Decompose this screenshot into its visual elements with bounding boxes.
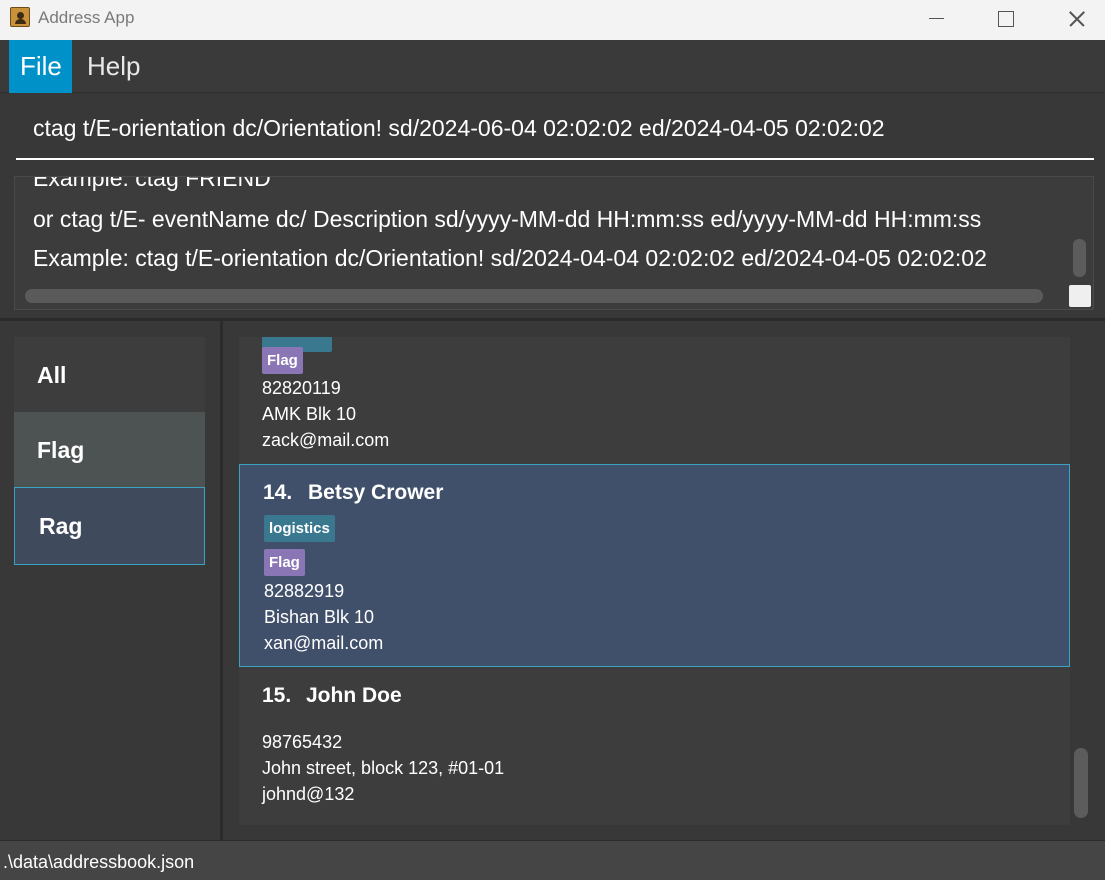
tag-item-all[interactable]: All xyxy=(14,337,205,413)
person-list-panel: Flag 82820119 AMK Blk 10 zack@mail.com 1… xyxy=(223,321,1105,840)
person-email: johnd@132 xyxy=(262,784,355,804)
person-address: John street, block 123, #01-01 xyxy=(262,758,505,778)
tag-list-panel: All Flag Rag xyxy=(0,321,220,840)
person-phone: 82820119 xyxy=(262,378,341,398)
tag-chip: Flag xyxy=(264,549,305,576)
person-name: John Doe xyxy=(306,684,402,707)
result-line: Example: ctag FRIEND xyxy=(33,176,271,191)
person-list-scrollbar[interactable] xyxy=(1074,748,1088,818)
command-input[interactable]: ctag t/E-orientation dc/Orientation! sd/… xyxy=(33,115,885,142)
person-card[interactable]: 15. John Doe 98765432 John street, block… xyxy=(239,669,1070,825)
maximize-icon[interactable] xyxy=(970,0,1040,40)
person-card-selected[interactable]: 14. Betsy Crower logistics Flag 82882919… xyxy=(239,464,1070,667)
person-address: Bishan Blk 10 xyxy=(264,607,375,627)
person-list: Flag 82820119 AMK Blk 10 zack@mail.com 1… xyxy=(239,337,1070,825)
tag-item-rag[interactable]: Rag xyxy=(14,487,205,565)
person-index: 15. xyxy=(262,684,292,707)
menu-help[interactable]: Help xyxy=(77,40,150,93)
tag-item-flag[interactable]: Flag xyxy=(14,412,205,488)
result-vertical-scrollbar[interactable] xyxy=(1073,239,1086,277)
person-card[interactable]: Flag 82820119 AMK Blk 10 zack@mail.com xyxy=(239,337,1070,467)
scroll-corner xyxy=(1069,285,1091,307)
person-name: Betsy Crower xyxy=(308,481,444,504)
command-box[interactable]: ctag t/E-orientation dc/Orientation! sd/… xyxy=(16,105,1094,160)
address-book-icon xyxy=(10,7,30,27)
person-email: zack@mail.com xyxy=(262,430,390,450)
menu-file[interactable]: File xyxy=(9,40,72,93)
title-bar: Address App xyxy=(0,0,1105,40)
person-phone: 82882919 xyxy=(264,581,345,601)
minimize-icon[interactable] xyxy=(900,0,970,40)
result-line: Example: ctag t/E-orientation dc/Orienta… xyxy=(33,245,987,271)
status-bar: .\data\addressbook.json xyxy=(0,840,1105,880)
result-display: Example: ctag FRIEND or ctag t/E- eventN… xyxy=(14,176,1094,310)
save-location: .\data\addressbook.json xyxy=(3,852,195,872)
result-horizontal-scrollbar[interactable] xyxy=(25,289,1043,303)
person-phone: 98765432 xyxy=(262,732,343,752)
window-title: Address App xyxy=(38,8,135,27)
tag-chip: logistics xyxy=(264,515,335,542)
person-address: AMK Blk 10 xyxy=(262,404,357,424)
close-icon[interactable] xyxy=(1040,0,1105,40)
tag-chip: Flag xyxy=(262,347,303,374)
menu-bar: File Help xyxy=(0,40,1105,93)
result-line: or ctag t/E- eventName dc/ Description s… xyxy=(33,206,982,232)
person-index: 14. xyxy=(263,481,293,504)
person-email: xan@mail.com xyxy=(264,633,384,653)
